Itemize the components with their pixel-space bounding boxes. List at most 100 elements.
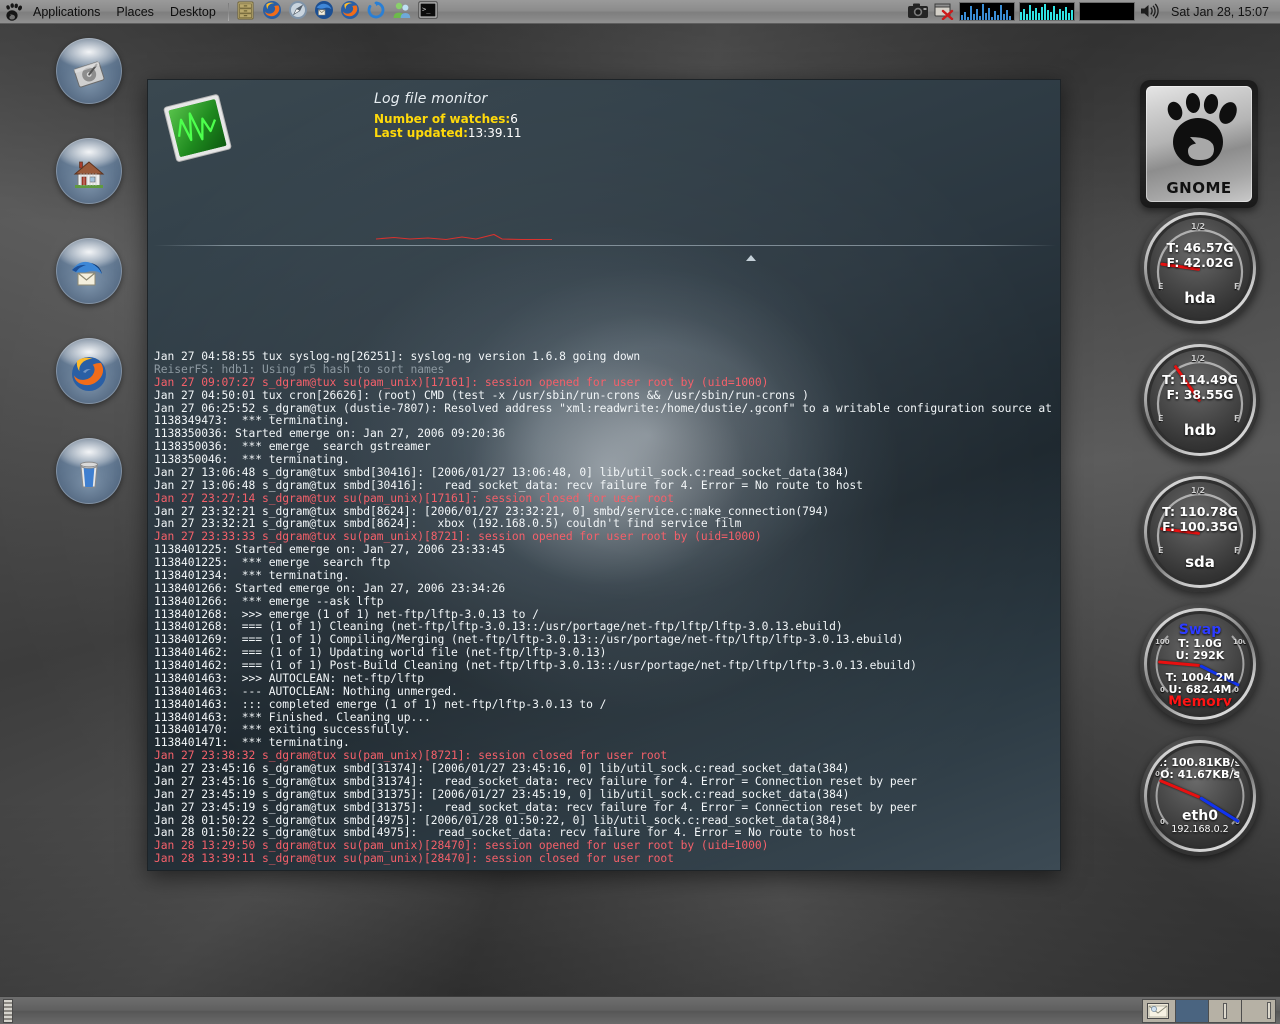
desktop-icon-home[interactable] xyxy=(56,138,122,204)
launcher-firefox-2[interactable] xyxy=(338,0,362,24)
watch-count-value: 6 xyxy=(510,112,518,126)
nautilus-compass-icon xyxy=(288,0,308,23)
net-interface-label: eth0 xyxy=(1182,808,1218,824)
disk-gauge-hdb[interactable]: E 1/2 F T: 114.49G F: 38.55G hdb xyxy=(1140,340,1260,460)
menu-desktop[interactable]: Desktop xyxy=(162,1,224,23)
log-line: 1138350046: *** terminating. xyxy=(154,453,350,466)
home-house-icon xyxy=(69,154,109,194)
log-output-view[interactable]: Jan 27 04:58:55 tux syslog-ng[26251]: sy… xyxy=(154,262,1056,866)
log-line: 1138401234: *** terminating. xyxy=(154,568,350,582)
log-line: Jan 27 23:45:19 s_dgram@tux smbd[31375]:… xyxy=(154,787,850,801)
log-line: Jan 27 09:07:27 s_dgram@tux su(pam_unix)… xyxy=(154,375,769,389)
launcher-terminal[interactable]: >_ xyxy=(416,0,440,24)
hard-drive-icon xyxy=(69,54,109,94)
disk-gauge-hda[interactable]: E 1/2 F T: 46.57G F: 42.02G hda xyxy=(1140,208,1260,328)
bottom-panel xyxy=(0,996,1280,1024)
firefox-icon xyxy=(262,0,282,23)
disk-total-value: T: 46.57G xyxy=(1166,240,1234,255)
activity-sparkline xyxy=(375,228,556,242)
cpu-load-graph[interactable] xyxy=(959,2,1015,21)
watch-count-stat: Number of watches:6 xyxy=(374,112,518,126)
file-cabinet-icon xyxy=(237,1,254,23)
desktop-icon-column xyxy=(56,38,126,538)
workspace-3[interactable] xyxy=(1209,999,1242,1022)
gnome-logo-inner: GNOME xyxy=(1146,86,1252,202)
log-file-monitor-window[interactable]: Log file monitor Number of watches:6 Las… xyxy=(147,79,1061,871)
gnome-logo-applet[interactable]: GNOME xyxy=(1140,80,1258,208)
launcher-users[interactable] xyxy=(390,0,414,24)
desktop-icon-firefox[interactable] xyxy=(56,338,122,404)
thunderbird-icon xyxy=(69,254,109,294)
log-line: 1138401462: === (1 of 1) Post-Build Clea… xyxy=(154,659,917,672)
log-line: Jan 27 23:45:16 s_dgram@tux smbd[31374]:… xyxy=(154,762,850,775)
disk-free-value: F: 100.35G xyxy=(1162,519,1238,534)
panel-hide-grip[interactable] xyxy=(3,998,13,1023)
menu-applications[interactable]: Applications xyxy=(25,1,108,23)
scroll-up-arrow-icon[interactable] xyxy=(744,250,758,261)
log-line: Jan 27 23:45:16 s_dgram@tux smbd[31374]:… xyxy=(154,774,917,788)
gauge-tick-half: 1/2 xyxy=(1191,222,1206,231)
gnome-foot-icon[interactable] xyxy=(3,2,25,22)
network-load-graph[interactable] xyxy=(1019,2,1075,21)
log-line: ReiserFS: hdb1: Using r5 hash to sort na… xyxy=(154,362,445,376)
gauge-face: E 1/2 F T: 46.57G F: 42.02G hda xyxy=(1150,218,1250,318)
launcher-file-manager[interactable] xyxy=(234,0,258,24)
watch-count-label: Number of watches: xyxy=(374,112,511,126)
launcher-thunderbird[interactable] xyxy=(312,0,336,24)
disk-free-value: F: 42.02G xyxy=(1166,255,1234,270)
net-out-value: O: 41.67KB/s xyxy=(1160,768,1240,781)
top-panel: Applications Places Desktop >_ Sat Jan 2… xyxy=(0,0,1280,24)
log-line: 1138401463: ::: completed emerge (1 of 1… xyxy=(154,697,607,711)
disk-free-value: F: 38.55G xyxy=(1166,387,1234,402)
speaker-icon[interactable] xyxy=(1139,2,1161,22)
workspace-2[interactable] xyxy=(1176,999,1209,1022)
gnome-badge-label: GNOME xyxy=(1166,179,1232,197)
header-divider xyxy=(154,245,1056,246)
desktop-icon-thunderbird[interactable] xyxy=(56,238,122,304)
terminal-icon: >_ xyxy=(418,1,438,22)
workspace-1[interactable] xyxy=(1143,999,1176,1022)
log-line: Jan 27 04:58:55 tux syslog-ng[26251]: sy… xyxy=(154,350,641,363)
clock[interactable]: Sat Jan 28, 15:07 xyxy=(1165,5,1273,19)
window-list[interactable] xyxy=(19,999,1136,1023)
log-monitor-title: Log file monitor xyxy=(374,91,488,107)
gauge-face: 0 0 0 0 I: 100.81KB/s O: 41.67KB/s eth0 … xyxy=(1150,746,1250,846)
desktop-icon-trash[interactable] xyxy=(56,438,122,504)
log-line-list: Jan 27 04:58:55 tux syslog-ng[26251]: sy… xyxy=(154,350,1056,866)
gauge-face: E 1/2 F T: 114.49G F: 38.55G hdb xyxy=(1150,350,1250,450)
firefox-icon xyxy=(340,0,360,23)
launcher-update[interactable] xyxy=(364,0,388,24)
memory-swap-gauge[interactable]: 100 100 0 0 Swap T: 1.0G U: 292K T: 1004… xyxy=(1140,604,1260,724)
last-updated-stat: Last updated:13:39.11 xyxy=(374,126,522,140)
camera-icon[interactable] xyxy=(907,2,929,22)
desktop-icon-computer[interactable] xyxy=(56,38,122,104)
workspace-4[interactable] xyxy=(1242,999,1275,1022)
log-line: 1138401266: *** emerge --ask lftp xyxy=(154,594,384,608)
workspace-switcher[interactable] xyxy=(1142,998,1276,1023)
svg-text:>_: >_ xyxy=(422,6,431,14)
log-line: 1138401463: --- AUTOCLEAN: Nothing unmer… xyxy=(154,684,458,698)
gauge-face: E 1/2 F T: 110.78G F: 100.35G sda xyxy=(1150,482,1250,582)
gauge-face: 100 100 0 0 Swap T: 1.0G U: 292K T: 1004… xyxy=(1150,614,1250,714)
swap-used-value: U: 292K xyxy=(1175,649,1225,662)
log-line: Jan 27 13:06:48 s_dgram@tux smbd[30416]:… xyxy=(154,465,850,479)
log-monitor-header: Log file monitor Number of watches:6 Las… xyxy=(148,80,1060,241)
blank-graph[interactable] xyxy=(1079,2,1135,21)
disk-gauge-label: sda xyxy=(1185,553,1215,571)
log-line: 1138401225: *** emerge search ftp xyxy=(154,556,391,569)
log-line: Jan 28 13:39:11 s_dgram@tux su(pam_unix)… xyxy=(154,852,674,866)
log-line: Jan 27 23:27:14 s_dgram@tux su(pam_unix)… xyxy=(154,491,674,505)
menu-places[interactable]: Places xyxy=(108,1,162,23)
network-gauge-eth0[interactable]: 0 0 0 0 I: 100.81KB/s O: 41.67KB/s eth0 … xyxy=(1140,736,1260,856)
disk-total-value: T: 110.78G xyxy=(1162,504,1238,519)
window-with-x-icon[interactable] xyxy=(933,2,955,22)
system-tray: Sat Jan 28, 15:07 xyxy=(907,2,1280,22)
firefox-icon xyxy=(69,354,109,394)
disk-gauge-sda[interactable]: E 1/2 F T: 110.78G F: 100.35G sda xyxy=(1140,472,1260,592)
net-ip-address: 192.168.0.2 xyxy=(1171,824,1229,835)
launcher-firefox[interactable] xyxy=(260,0,284,24)
launcher-nautilus[interactable] xyxy=(286,0,310,24)
log-line: Jan 27 13:06:48 s_dgram@tux smbd[30416]:… xyxy=(154,478,863,492)
log-line: Jan 27 04:50:01 tux cron[26626]: (root) … xyxy=(154,388,809,402)
desktop-monitor-applets: GNOME E 1/2 F T: 46.57G F: 42.02G hda E … xyxy=(1140,80,1264,868)
